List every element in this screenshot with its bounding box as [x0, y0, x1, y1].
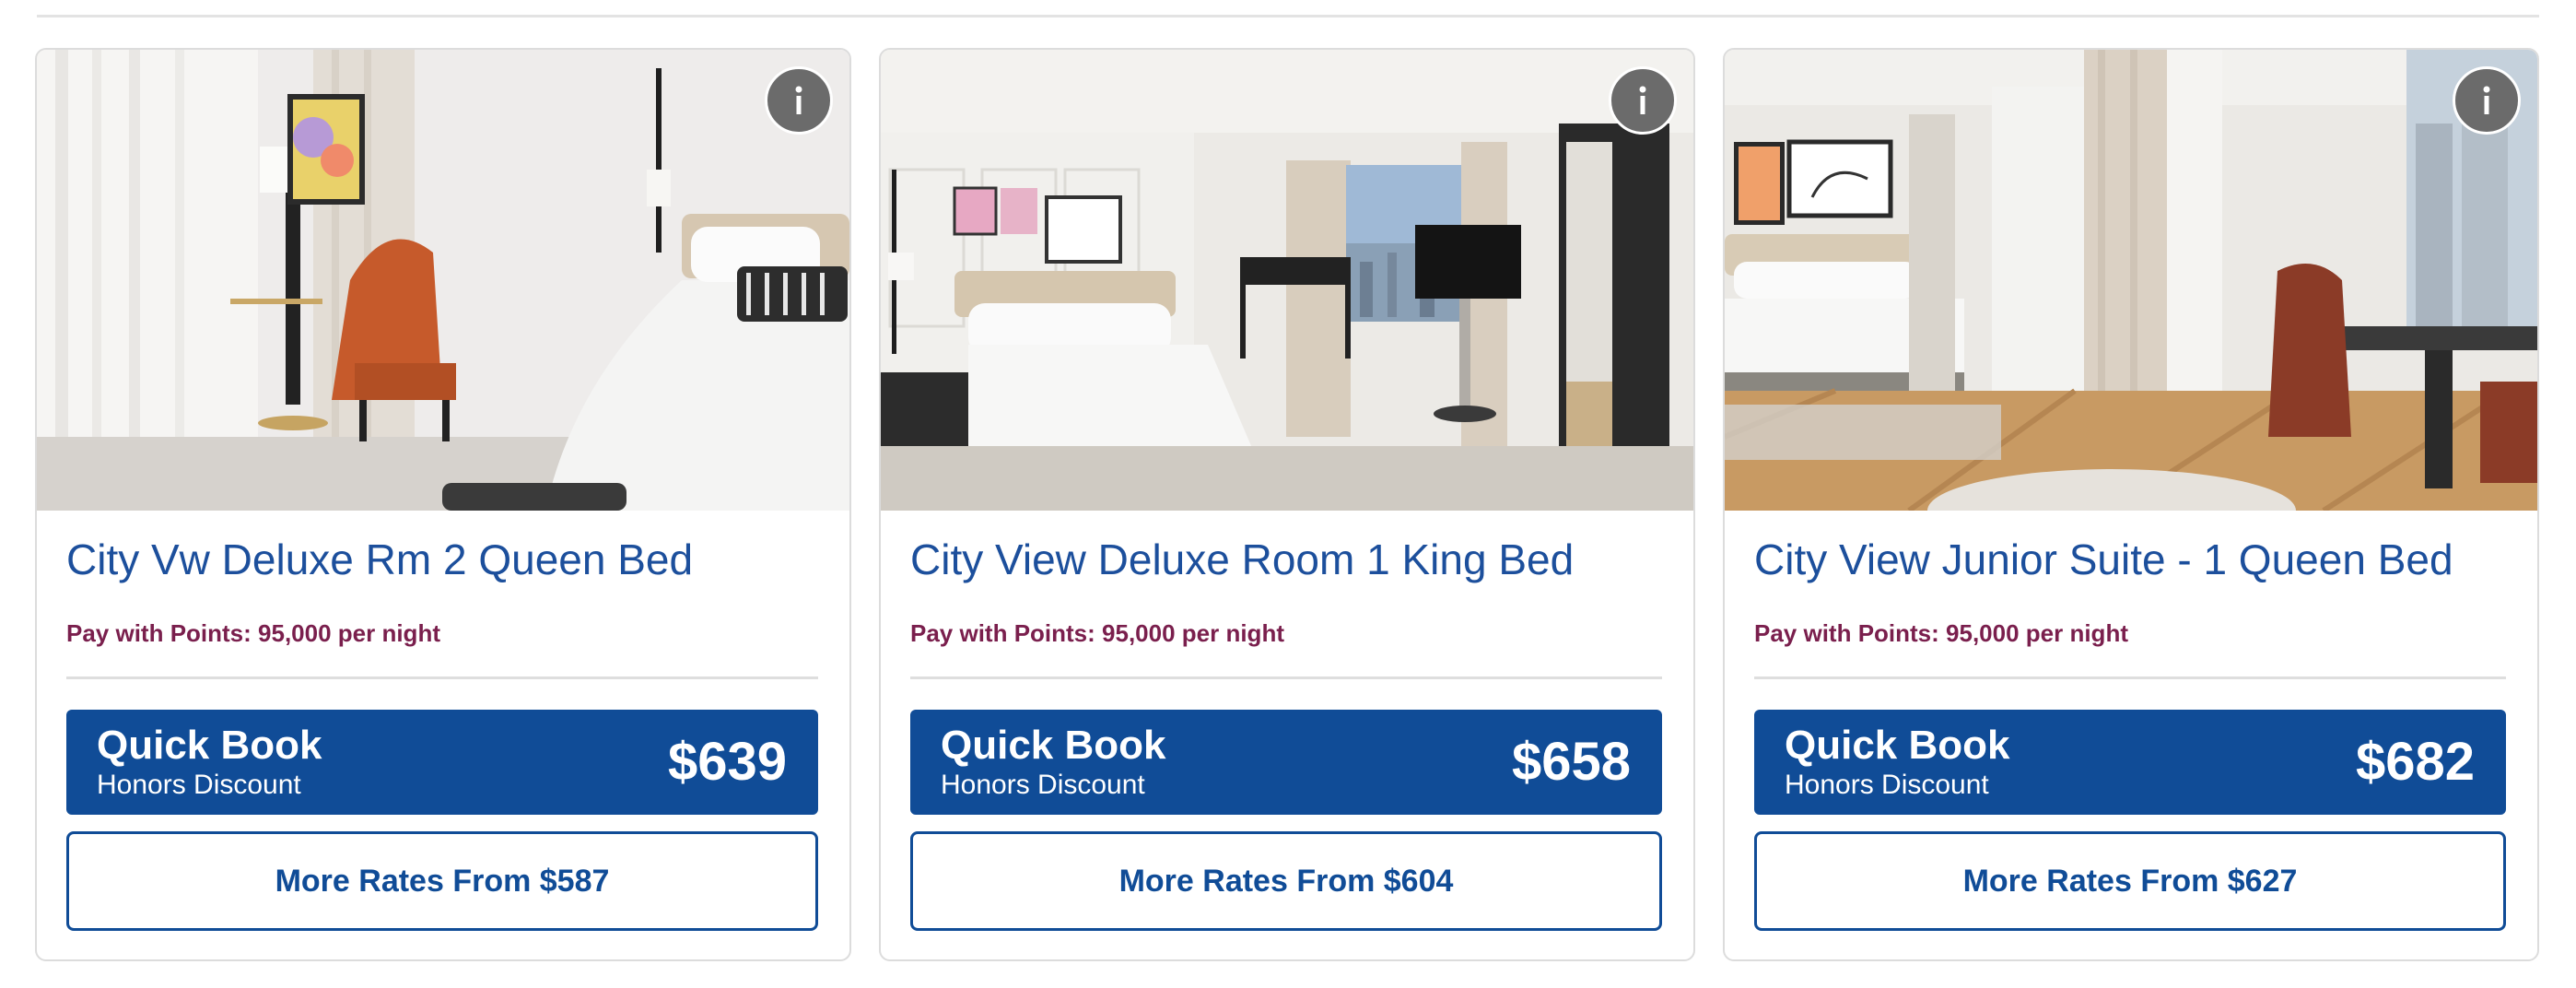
room-photo[interactable] [37, 50, 849, 511]
more-rates-button[interactable]: More Rates From $604 [910, 831, 1662, 931]
info-icon [2483, 86, 2490, 114]
room-name[interactable]: City Vw Deluxe Rm 2 Queen Bed [66, 527, 822, 592]
room-photo[interactable] [1725, 50, 2537, 511]
rate-name: Honors Discount [941, 770, 1145, 800]
points-price-text: Pay with Points: 95,000 per night [910, 619, 1284, 647]
info-icon [1639, 86, 1646, 114]
points-price-text: Pay with Points: 95,000 per night [66, 619, 440, 647]
quick-book-price: $658 [1511, 732, 1631, 792]
card-divider [66, 676, 818, 679]
room-photo-image [881, 50, 1693, 511]
room-card: City View Junior Suite - 1 Queen Bed Pay… [1723, 48, 2539, 961]
quick-book-button[interactable]: Quick Book Honors Discount $682 [1754, 710, 2506, 815]
quick-book-button[interactable]: Quick Book Honors Discount $639 [66, 710, 818, 815]
card-divider [910, 676, 1662, 679]
card-divider [1754, 676, 2506, 679]
room-info-button[interactable] [2453, 66, 2521, 135]
top-divider [37, 15, 2539, 18]
quick-book-price: $639 [667, 732, 787, 792]
more-rates-button[interactable]: More Rates From $587 [66, 831, 818, 931]
room-info-button[interactable] [1609, 66, 1677, 135]
quick-book-title: Quick Book [941, 723, 1166, 768]
room-name[interactable]: City View Junior Suite - 1 Queen Bed [1754, 527, 2510, 592]
quick-book-title: Quick Book [1785, 723, 2010, 768]
quick-book-price: $682 [2355, 732, 2475, 792]
quick-book-title: Quick Book [97, 723, 322, 768]
room-card: City View Deluxe Room 1 King Bed Pay wit… [879, 48, 1695, 961]
room-card: City Vw Deluxe Rm 2 Queen Bed Pay with P… [35, 48, 851, 961]
quick-book-button[interactable]: Quick Book Honors Discount $658 [910, 710, 1662, 815]
info-icon [795, 86, 802, 114]
room-photo-image [1725, 50, 2537, 511]
rate-name: Honors Discount [97, 770, 301, 800]
rate-name: Honors Discount [1785, 770, 1989, 800]
points-price-text: Pay with Points: 95,000 per night [1754, 619, 2128, 647]
more-rates-button[interactable]: More Rates From $627 [1754, 831, 2506, 931]
room-info-button[interactable] [765, 66, 833, 135]
room-photo-image [37, 50, 849, 511]
room-name[interactable]: City View Deluxe Room 1 King Bed [910, 527, 1666, 592]
room-photo[interactable] [881, 50, 1693, 511]
